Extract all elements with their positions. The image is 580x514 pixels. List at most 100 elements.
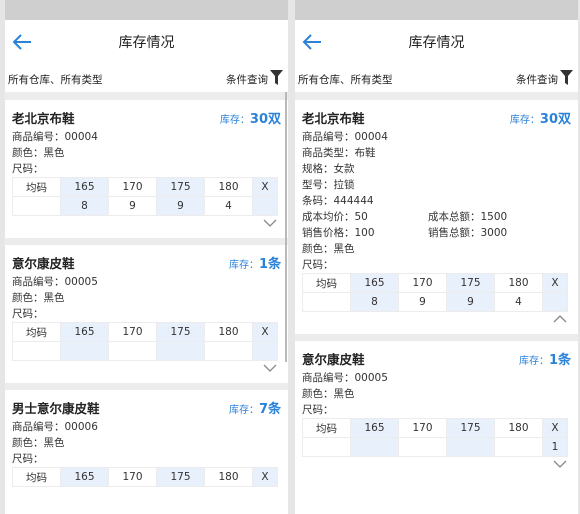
stock-badge: 库存：30双 — [509, 112, 571, 127]
size-cell: 均码 — [12, 467, 61, 487]
product-model: 型号：拉锁 — [302, 179, 355, 191]
size-row: 均码 165 170 175 180 X — [12, 467, 278, 487]
size-label: 尺码： — [12, 163, 44, 175]
cost-total: 成本总额：1500 — [428, 211, 508, 223]
chevron-up-icon[interactable] — [553, 314, 567, 324]
status-bar — [295, 0, 578, 20]
condition-query-button[interactable]: 条件查询 — [226, 72, 268, 87]
chevron-down-icon[interactable] — [263, 363, 277, 373]
size-cell: 170 — [398, 273, 447, 293]
right-screen: 库存情况 所有仓库、所有类型 条件查询 老北京布鞋 库存：30双 商品编号：00… — [295, 0, 578, 514]
count-cell — [108, 341, 157, 361]
count-cell — [156, 341, 205, 361]
product-card-expanded[interactable]: 老北京布鞋 库存：30双 商品编号：00004 商品类型：布鞋 规格：女款 型号… — [295, 100, 578, 334]
page-title: 库存情况 — [408, 35, 465, 51]
count-cell — [398, 437, 447, 457]
sale-row: 销售价格：100 销售总额：3000 — [302, 227, 571, 239]
count-cell — [302, 437, 351, 457]
count-cell: 9 — [446, 292, 495, 312]
filter-scope[interactable]: 所有仓库、所有类型 — [8, 72, 103, 87]
product-color: 颜色：黑色 — [12, 292, 65, 304]
condition-query-button[interactable]: 条件查询 — [516, 72, 558, 87]
status-bar — [5, 0, 288, 20]
product-color: 颜色：黑色 — [302, 243, 355, 255]
size-cell: 均码 — [302, 418, 351, 438]
size-cell: 175 — [156, 322, 205, 342]
size-cell: 175 — [446, 418, 495, 438]
count-cell — [12, 196, 61, 216]
product-card[interactable]: 男士意尔康皮鞋 库存：7条 商品编号：00006 颜色：黑色 尺码： 均码 16… — [5, 390, 288, 493]
size-table: 均码 165 170 175 180 X — [12, 322, 278, 361]
product-code: 商品编号：00004 — [12, 131, 98, 143]
count-cell — [60, 341, 109, 361]
size-cell: 均码 — [302, 273, 351, 293]
chevron-down-icon[interactable] — [263, 218, 277, 228]
product-card[interactable]: 老北京布鞋 库存：30双 商品编号：00004 颜色：黑色 尺码： 均码 165… — [5, 100, 288, 238]
size-row: 均码 165 170 175 180 X — [302, 273, 568, 293]
size-cell: 175 — [446, 273, 495, 293]
chevron-down-icon[interactable] — [553, 459, 567, 469]
size-label: 尺码： — [12, 308, 44, 320]
size-cell: X — [252, 467, 278, 487]
size-cell: 165 — [60, 467, 109, 487]
size-table: 均码 165 170 175 180 X 8 9 9 4 — [302, 273, 568, 312]
product-color: 颜色：黑色 — [12, 437, 65, 449]
left-screen: 库存情况 所有仓库、所有类型 条件查询 老北京布鞋 库存：30双 商品编号：00… — [5, 0, 288, 514]
count-cell: 9 — [156, 196, 205, 216]
size-cell: 165 — [60, 177, 109, 197]
cost-average: 成本均价：50 — [302, 211, 368, 223]
size-cell: X — [252, 322, 278, 342]
filter-icon[interactable] — [560, 70, 573, 85]
count-cell — [252, 341, 278, 361]
size-cell: 165 — [350, 273, 399, 293]
stock-badge: 库存：30双 — [219, 112, 281, 127]
size-cell: 165 — [60, 322, 109, 342]
size-cell: 180 — [494, 273, 543, 293]
size-cell: 180 — [204, 467, 253, 487]
count-cell — [252, 196, 278, 216]
filter-bar[interactable]: 所有仓库、所有类型 条件查询 — [295, 64, 578, 93]
size-row: 均码 165 170 175 180 X — [12, 322, 278, 342]
filter-bar[interactable]: 所有仓库、所有类型 条件查询 — [5, 64, 288, 93]
page-title: 库存情况 — [118, 35, 175, 51]
count-cell — [446, 437, 495, 457]
size-cell: 170 — [108, 322, 157, 342]
size-label: 尺码： — [302, 259, 334, 271]
sale-price: 销售价格：100 — [302, 227, 375, 239]
cost-row: 成本均价：50 成本总额：1500 — [302, 211, 571, 223]
app-header: 库存情况 — [295, 20, 578, 64]
product-code: 商品编号：00004 — [302, 131, 388, 143]
size-table: 均码 165 170 175 180 X 8 9 9 4 — [12, 177, 278, 216]
count-cell — [350, 437, 399, 457]
count-row: 1 — [302, 437, 568, 457]
size-cell: 165 — [350, 418, 399, 438]
count-cell: 8 — [350, 292, 399, 312]
count-cell: 1 — [542, 437, 568, 457]
size-cell: X — [542, 418, 568, 438]
size-cell: 170 — [398, 418, 447, 438]
count-cell — [12, 341, 61, 361]
size-row: 均码 165 170 175 180 X — [12, 177, 278, 197]
product-code: 商品编号：00006 — [12, 421, 98, 433]
size-label: 尺码： — [12, 453, 44, 465]
stock-badge: 库存：1条 — [228, 257, 281, 272]
count-cell: 8 — [60, 196, 109, 216]
scrollbar[interactable] — [285, 92, 287, 362]
product-code: 商品编号：00005 — [302, 372, 388, 384]
size-table: 均码 165 170 175 180 X — [12, 467, 278, 487]
product-barcode: 条码：444444 — [302, 195, 374, 207]
count-cell — [204, 341, 253, 361]
product-code: 商品编号：00005 — [12, 276, 98, 288]
size-cell: 均码 — [12, 177, 61, 197]
size-table: 均码 165 170 175 180 X 1 — [302, 418, 568, 457]
product-card[interactable]: 意尔康皮鞋 库存：1条 商品编号：00005 颜色：黑色 尺码： 均码 165 … — [295, 341, 578, 479]
size-cell: 175 — [156, 177, 205, 197]
filter-scope[interactable]: 所有仓库、所有类型 — [298, 72, 393, 87]
filter-icon[interactable] — [270, 70, 283, 85]
count-row: 8 9 9 4 — [302, 292, 568, 312]
count-cell: 4 — [204, 196, 253, 216]
count-cell: 4 — [494, 292, 543, 312]
size-cell: X — [252, 177, 278, 197]
product-card[interactable]: 意尔康皮鞋 库存：1条 商品编号：00005 颜色：黑色 尺码： 均码 165 … — [5, 245, 288, 383]
count-cell: 9 — [108, 196, 157, 216]
